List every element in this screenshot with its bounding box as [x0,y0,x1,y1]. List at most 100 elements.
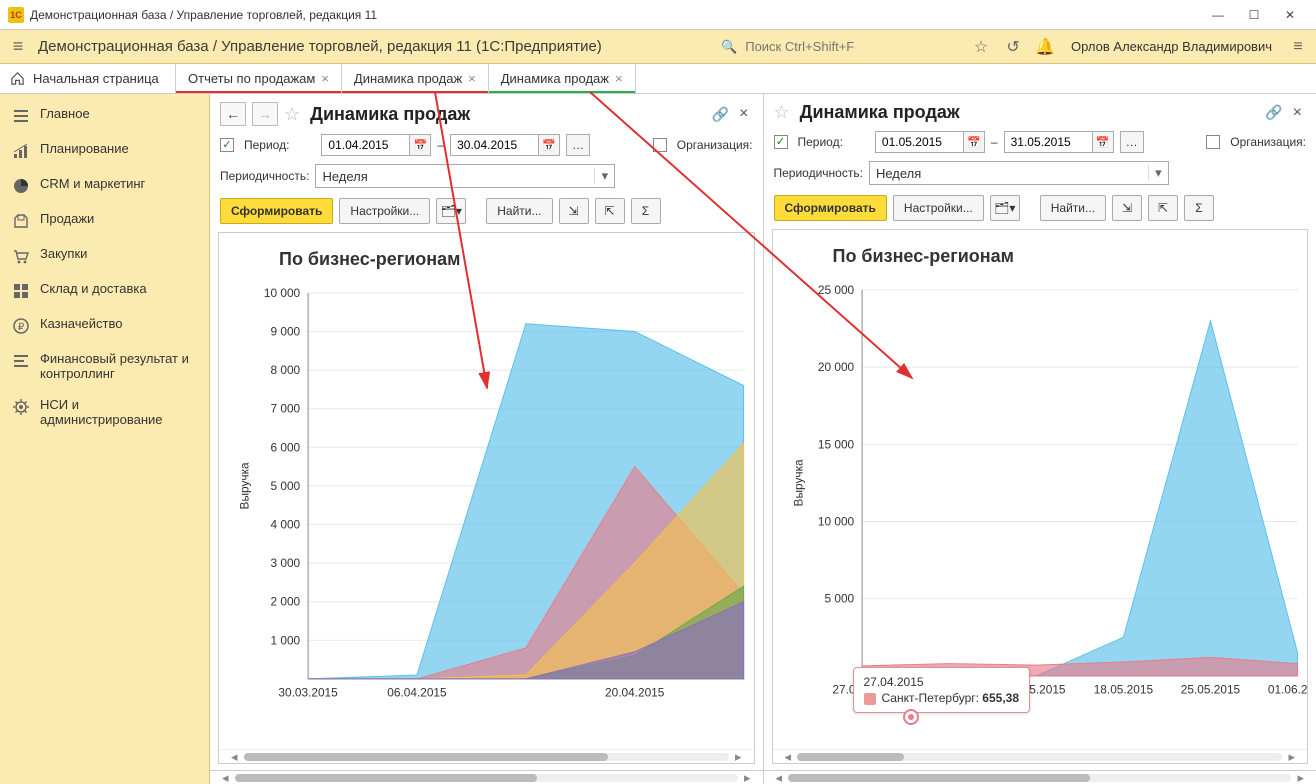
find-button[interactable]: Найти... [1040,195,1106,221]
svg-text:30.03.2015: 30.03.2015 [278,686,338,700]
date-from-input[interactable] [875,131,963,153]
date-from-input[interactable] [321,134,409,156]
nav-label: Казначейство [40,316,122,331]
nav-warehouse[interactable]: Склад и доставка [0,273,209,308]
workspace: ← → ☆ Динамика продаж 🔗 × Период: 📅 – 📅 … [210,94,1316,784]
period-picker-button[interactable]: … [566,134,590,156]
svg-text:01.06.2015: 01.06.2015 [1267,683,1307,697]
svg-text:10 000: 10 000 [264,286,301,300]
tabs-row: Начальная страница Отчеты по продажам × … [0,64,1316,94]
tab-dynamics-1[interactable]: Динамика продаж × [342,64,489,93]
svg-text:06.04.2015: 06.04.2015 [387,686,447,700]
attach-icon[interactable]: 🔗 [1265,104,1282,121]
periodicity-select[interactable]: Неделя ▾ [315,164,615,188]
history-button[interactable]: ↺ [1001,35,1025,59]
nav-planning[interactable]: Планирование [0,133,209,168]
home-tab-label: Начальная страница [33,71,159,86]
svg-text:5 000: 5 000 [824,592,854,606]
settings-button[interactable]: Настройки... [339,198,430,224]
panel-h-scrollbar[interactable]: ◂▸ [764,770,1316,784]
window-maximize-button[interactable]: ☐ [1236,3,1272,27]
search-input[interactable] [743,38,933,55]
collapse-button[interactable]: ⇱ [595,198,625,224]
generate-button[interactable]: Сформировать [220,198,333,224]
date-from-field[interactable]: 📅 [875,131,985,153]
settings-button[interactable]: Настройки... [893,195,984,221]
period-checkbox[interactable] [220,138,234,152]
panel-close-button[interactable]: × [1289,104,1306,122]
calendar-icon[interactable]: 📅 [1092,131,1114,153]
main-menu-button[interactable]: ≡ [6,36,30,57]
global-search[interactable]: 🔍 [721,38,961,55]
org-label: Организация: [1230,135,1306,149]
expand-button[interactable]: ⇲ [1112,195,1142,221]
date-to-input[interactable] [450,134,538,156]
tab-dynamics-2[interactable]: Динамика продаж × [489,64,636,93]
tab-close-button[interactable]: × [468,71,476,86]
h-scrollbar[interactable]: ◂▸ [773,749,1308,763]
period-picker-button[interactable]: … [1120,131,1144,153]
home-tab[interactable]: Начальная страница [0,64,176,93]
nav-label: Главное [40,106,90,121]
chevron-down-icon[interactable]: ▾ [594,168,614,184]
chevron-down-icon[interactable]: ▾ [1148,165,1168,181]
nav-nsi-admin[interactable]: НСИ и администрирование [0,389,209,435]
generate-button[interactable]: Сформировать [774,195,887,221]
collapse-button[interactable]: ⇱ [1148,195,1178,221]
panel-close-button[interactable]: × [735,105,752,123]
notifications-button[interactable]: 🔔 [1033,35,1057,59]
nav-label: Финансовый результат и контроллинг [40,351,197,381]
h-scrollbar[interactable]: ◂▸ [219,749,754,763]
svg-text:4 000: 4 000 [270,517,300,531]
favorite-star-icon[interactable]: ☆ [284,104,300,125]
tooltip-value: 655,38 [982,691,1019,705]
org-checkbox[interactable] [1206,135,1220,149]
nav-label: НСИ и администрирование [40,397,197,427]
org-label: Организация: [677,138,753,152]
tab-reports[interactable]: Отчеты по продажам × [176,64,342,93]
svg-text:25.05.2015: 25.05.2015 [1180,683,1240,697]
svg-text:6 000: 6 000 [270,440,300,454]
chart-right: 5 00010 00015 00020 00025 000Выручка27.0… [773,280,1307,706]
user-menu-chevron[interactable]: ≡ [1286,35,1310,59]
nav-purchases[interactable]: Закупки [0,238,209,273]
nav-sales[interactable]: Продажи [0,203,209,238]
nav-fin-result[interactable]: Финансовый результат и контроллинг [0,343,209,389]
date-to-field[interactable]: 📅 [450,134,560,156]
date-from-field[interactable]: 📅 [321,134,431,156]
expand-button[interactable]: ⇲ [559,198,589,224]
nav-crm[interactable]: CRM и маркетинг [0,168,209,203]
nav-back-button[interactable]: ← [220,102,246,126]
panel-title: Динамика продаж [306,104,706,125]
find-button[interactable]: Найти... [486,198,552,224]
periodicity-select[interactable]: Неделя ▾ [869,161,1169,185]
panel-h-scrollbar[interactable]: ◂▸ [210,770,763,784]
org-checkbox[interactable] [653,138,667,152]
tab-close-button[interactable]: × [321,71,329,86]
period-label: Период: [798,135,843,149]
attach-icon[interactable]: 🔗 [712,106,729,123]
calendar-icon[interactable]: 📅 [963,131,985,153]
nav-main[interactable]: Главное [0,98,209,133]
favorites-button[interactable]: ☆ [969,35,993,59]
favorite-star-icon[interactable]: ☆ [774,102,790,123]
report-area: По бизнес-регионам 1 0002 0003 0004 0005… [218,232,755,764]
chart-tooltip: 27.04.2015 Санкт-Петербург: 655,38 [853,667,1031,713]
sum-button[interactable]: Σ [631,198,661,224]
calendar-icon[interactable]: 📅 [538,134,560,156]
current-user[interactable]: Орлов Александр Владимирович [1065,39,1278,54]
dash: – [437,138,444,152]
window-close-button[interactable]: ✕ [1272,3,1308,27]
variants-button[interactable]: 🗂▾ [990,195,1020,221]
date-to-field[interactable]: 📅 [1004,131,1114,153]
tab-close-button[interactable]: × [615,71,623,86]
nav-forward-button[interactable]: → [252,102,278,126]
calendar-icon[interactable]: 📅 [409,134,431,156]
period-checkbox[interactable] [774,135,788,149]
nav-treasury[interactable]: ₽Казначейство [0,308,209,343]
report-panel-right: ☆ Динамика продаж 🔗 × Период: 📅 – 📅 … Ор… [764,94,1316,784]
sum-button[interactable]: Σ [1184,195,1214,221]
window-minimize-button[interactable]: — [1200,3,1236,27]
date-to-input[interactable] [1004,131,1092,153]
variants-button[interactable]: 🗂▾ [436,198,466,224]
